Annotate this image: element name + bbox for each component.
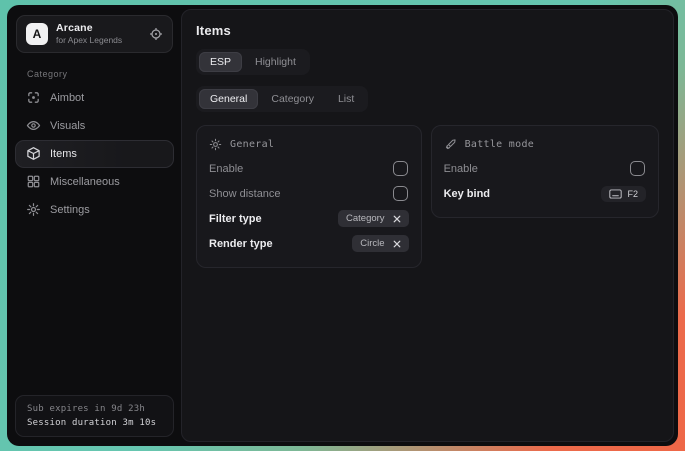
keybind-value: F2 [627,189,638,199]
sword-icon [444,138,457,151]
render-type-select[interactable]: Circle [352,235,408,252]
setting-row-render-type: Render type Circle [209,232,409,255]
setting-row-enable: Enable [444,157,646,180]
general-card: General Enable Show distance Filter type… [196,125,422,268]
keyboard-icon [609,189,622,199]
card-title: General [230,139,274,150]
gear-icon [26,202,41,217]
page-title: Items [196,23,659,38]
render-type-value: Circle [360,238,384,249]
tab-highlight[interactable]: Highlight [244,52,307,72]
mode-tabs: ESP Highlight [196,49,310,75]
sidebar-item-label: Items [50,148,77,160]
battle-enable-checkbox[interactable] [630,161,645,176]
setting-row-show-distance: Show distance [209,182,409,205]
brand-subtitle: for Apex Legends [56,35,122,46]
setting-label: Enable [444,163,478,175]
sub-expires-text: Sub expires in 9d 23h [27,404,162,414]
sidebar-item-label: Aimbot [50,92,84,104]
main-panel: Items ESP Highlight General Category Lis… [181,9,674,442]
sidebar-nav: Aimbot Visuals Items [15,84,174,224]
sidebar-item-miscellaneous[interactable]: Miscellaneous [15,168,174,196]
app-window: A Arcane for Apex Legends Category [7,5,678,446]
crosshair-scan-icon [26,90,41,105]
package-icon [26,146,41,161]
sidebar-item-items[interactable]: Items [15,140,174,168]
filter-type-value: Category [346,213,385,224]
setting-label: Enable [209,163,243,175]
setting-label: Render type [209,238,273,250]
setting-label: Key bind [444,188,490,200]
battle-mode-card: Battle mode Enable Key bind [431,125,659,218]
setting-row-key-bind: Key bind F2 [444,182,646,205]
x-icon[interactable] [393,215,401,223]
tab-esp[interactable]: ESP [199,52,242,72]
keybind-button[interactable]: F2 [601,186,646,202]
setting-row-enable: Enable [209,157,409,180]
show-distance-checkbox[interactable] [393,186,408,201]
setting-label: Show distance [209,188,281,200]
brand-name: Arcane [56,22,122,35]
tab-list[interactable]: List [327,89,365,109]
target-icon[interactable] [149,27,163,41]
sidebar-item-visuals[interactable]: Visuals [15,112,174,140]
enable-checkbox[interactable] [393,161,408,176]
sidebar-item-settings[interactable]: Settings [15,196,174,224]
sidebar: A Arcane for Apex Legends Category [10,8,178,443]
session-duration-text: Session duration 3m 10s [27,418,162,428]
setting-label: Filter type [209,213,262,225]
sun-icon [209,138,222,151]
sub-tabs: General Category List [196,86,368,112]
sidebar-section-label: Category [27,69,174,79]
sidebar-item-label: Settings [50,204,90,216]
tab-general[interactable]: General [199,89,258,109]
brand-card: A Arcane for Apex Legends [16,15,173,53]
sidebar-item-label: Miscellaneous [50,176,120,188]
subscription-card: Sub expires in 9d 23h Session duration 3… [15,395,174,437]
tab-category[interactable]: Category [260,89,325,109]
grid-icon [26,174,41,189]
setting-row-filter-type: Filter type Category [209,207,409,230]
sidebar-item-label: Visuals [50,120,85,132]
x-icon[interactable] [393,240,401,248]
filter-type-select[interactable]: Category [338,210,409,227]
card-title: Battle mode [465,139,535,150]
eye-icon [26,118,41,133]
sidebar-item-aimbot[interactable]: Aimbot [15,84,174,112]
brand-logo: A [26,23,48,45]
